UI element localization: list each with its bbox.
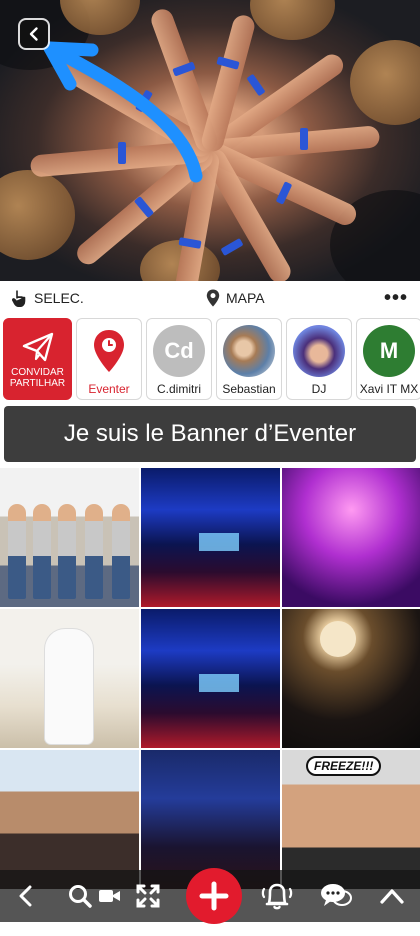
story-dj[interactable]: DJ [286,318,352,400]
photo-tile[interactable] [282,468,420,607]
nav-notifications-button[interactable] [255,870,299,922]
invite-label-line2: PARTILHAR [9,378,66,389]
photo-stage [199,533,240,552]
nav-search-button[interactable] [60,870,100,922]
photo-stage [199,674,240,693]
cover-person [250,0,335,40]
photo-tile[interactable] [282,609,420,748]
event-banner[interactable]: Je suis le Banner d’Eventer [4,406,416,462]
cover-person [0,170,75,260]
back-button[interactable] [20,20,48,48]
invite-label: CONVIDAR PARTILHAR [10,367,65,389]
photo-tile[interactable] [141,468,280,607]
expand-icon [136,884,160,908]
nav-back-button[interactable] [6,870,46,922]
chevron-up-icon [380,889,404,904]
avatar: Cd [153,325,205,377]
photo-tile[interactable] [0,468,139,607]
plus-icon [199,881,229,911]
avatar: M [363,325,415,377]
nav-fullscreen-button[interactable] [128,870,168,922]
photo-sign: FREEZE!!! [306,756,382,776]
chevron-left-icon [29,27,38,41]
select-button[interactable]: SELEC. [12,281,84,315]
banner-text: Je suis le Banner d’Eventer [63,420,357,447]
photo-tile[interactable] [0,750,139,889]
story-sebastian[interactable]: Sebastian [216,318,282,400]
story-xavi[interactable]: M Xavi IT MX [356,318,420,400]
photo-tile[interactable] [0,609,139,748]
search-icon [69,885,92,908]
select-label: SELEC. [34,290,84,306]
wristband [300,128,308,150]
add-content-button[interactable] [186,868,242,924]
story-cdimitri[interactable]: Cd C.dimitri [146,318,212,400]
location-pin-icon [206,289,220,307]
paper-plane-icon [22,332,53,362]
photo-tile[interactable] [141,609,280,748]
video-camera-icon [99,890,120,902]
map-button[interactable]: MAPA [206,281,265,315]
story-eventer[interactable]: Eventer [76,318,142,400]
photo-person [58,504,76,599]
photo-lamp [320,621,356,657]
cover-person [350,40,420,125]
event-toolbar: SELEC. MAPA ••• [0,281,420,315]
chat-bubbles-icon [321,884,352,906]
map-label: MAPA [226,290,265,306]
photo-person [85,504,103,599]
photo-person [112,504,130,599]
photo-tile[interactable]: FREEZE!!! [282,750,420,889]
pointer-hand-icon [12,290,26,307]
photo-person [8,504,26,599]
wristband [118,142,126,164]
nav-chat-button[interactable] [314,870,358,922]
invite-label-line1: CONVIDAR [11,367,64,378]
photo-dress [45,629,93,744]
story-label: Sebastian [222,382,276,396]
event-cover-photo [0,0,420,281]
invite-share-button[interactable]: CONVIDAR PARTILHAR [3,318,72,400]
eventer-avatar [83,325,135,377]
chevron-left-icon [19,885,32,907]
photo-grid: FREEZE!!! [0,468,420,936]
avatar [293,325,345,377]
nav-video-button[interactable] [95,870,125,922]
location-pin-icon [94,330,124,372]
story-label: Xavi IT MX [359,382,419,396]
participants-row: CONVIDAR PARTILHAR Eventer Cd C.dimitri … [0,318,420,402]
story-label: C.dimitri [157,382,201,396]
wristband [220,238,244,256]
avatar [223,325,275,377]
story-label: DJ [311,382,327,396]
story-label: Eventer [88,382,130,396]
wristband [246,73,266,97]
bell-icon [261,883,293,910]
nav-scroll-up-button[interactable] [372,870,412,922]
more-icon: ••• [383,286,408,309]
photo-person [33,504,51,599]
more-options-button[interactable]: ••• [384,281,408,315]
